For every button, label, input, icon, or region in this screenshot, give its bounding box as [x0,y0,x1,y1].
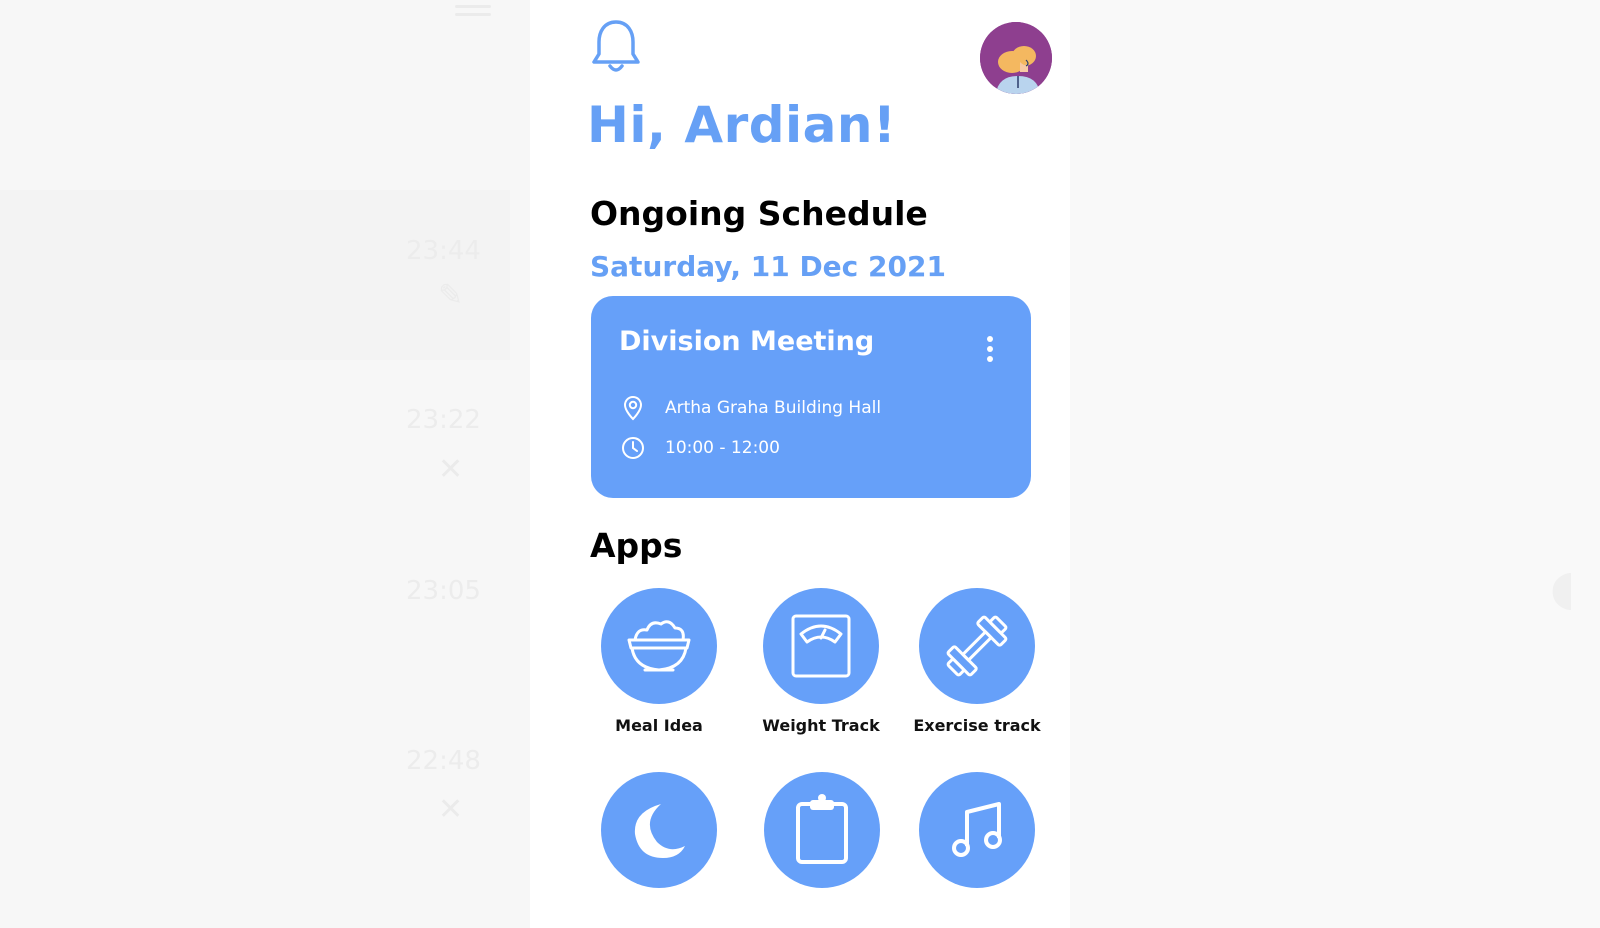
app-notes[interactable] [742,772,902,888]
background-chat-list: 23:44 ✎ 23:22 ✕ 23:05 22:48 ✕ [0,0,530,928]
app-label: Exercise track [913,716,1041,735]
apps-section-title: Apps [590,526,683,565]
avatar[interactable] [980,22,1052,94]
music-note-icon [952,802,1002,857]
background-pinned-chat [0,190,510,360]
event-time-row: 10:00 - 12:00 [619,434,780,462]
greeting-title: Hi, Ardian! [587,96,897,154]
app-label: Meal Idea [615,716,703,735]
event-location-row: Artha Graha Building Hall [619,394,881,422]
scale-icon [791,614,851,678]
clipboard-icon [796,794,848,864]
bell-icon[interactable] [590,18,642,76]
event-location: Artha Graha Building Hall [665,398,882,418]
schedule-date: Saturday, 11 Dec 2021 [590,250,946,283]
background-time: 22:48 [406,746,481,776]
app-weight-track[interactable]: Weight Track [741,588,901,735]
app-meal-idea[interactable]: Meal Idea [579,588,739,735]
background-edge: ◖ [1550,560,1576,616]
app-exercise-track[interactable]: Exercise track [897,588,1057,735]
background-time: 23:44 [406,236,481,266]
pin-icon: ✎ [438,278,464,313]
bowl-icon [627,620,691,672]
dumbbell-icon [946,615,1008,677]
schedule-section-title: Ongoing Schedule [590,194,928,233]
menu-icon [455,0,491,26]
background-time: 23:22 [406,405,481,435]
location-pin-icon [623,395,643,421]
mute-icon: ✕ [438,452,464,487]
clock-icon [622,437,644,459]
app-sleep[interactable] [579,772,739,888]
mute-icon: ✕ [438,792,464,827]
home-screen: Hi, Ardian! Ongoing Schedule Saturday, 1… [530,0,1070,928]
event-time: 10:00 - 12:00 [665,438,780,458]
moon-icon [634,804,685,858]
schedule-card[interactable]: Division Meeting Artha Graha Building Ha… [591,296,1031,498]
more-options-icon[interactable] [983,334,997,366]
app-music[interactable] [897,772,1057,888]
event-title: Division Meeting [619,326,875,357]
avatar-illustration [980,22,1052,94]
background-time: 23:05 [406,576,481,606]
app-label: Weight Track [762,716,880,735]
